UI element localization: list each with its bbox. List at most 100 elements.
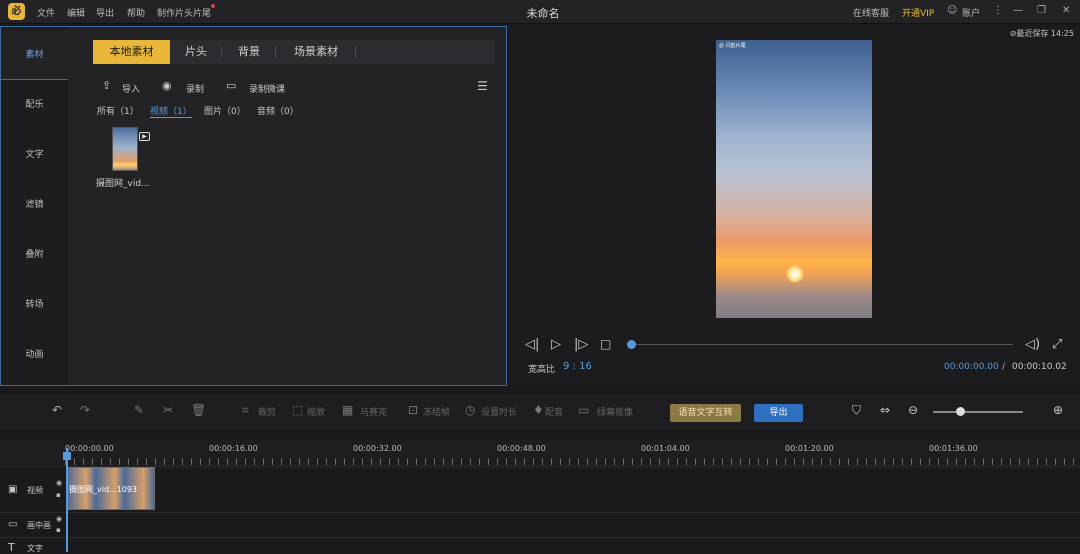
- pip-track: ▭ 画中画 ◉ ▪: [0, 512, 1080, 537]
- record-microlesson-button[interactable]: 录制微课: [249, 82, 285, 95]
- list-view-icon[interactable]: ☰: [477, 79, 488, 93]
- sidebar-item-filters[interactable]: 滤镜: [1, 180, 68, 230]
- sidebar-item-transitions[interactable]: 转场: [1, 280, 68, 330]
- play-icon[interactable]: ▷: [551, 337, 561, 352]
- lock-icon[interactable]: ▪: [56, 491, 61, 499]
- tab-local-media[interactable]: 本地素材: [93, 40, 170, 64]
- zoom-tool-icon[interactable]: ⬚: [292, 403, 303, 417]
- progress-handle[interactable]: [627, 340, 636, 349]
- freeze-frame-button[interactable]: 冻结帧: [423, 405, 450, 418]
- record-icon: ◉: [162, 79, 172, 92]
- zoom-slider-handle[interactable]: [956, 407, 965, 416]
- freeze-frame-icon[interactable]: ⊡: [408, 403, 418, 417]
- account-link[interactable]: 账户: [962, 6, 980, 19]
- video-clip[interactable]: 摄图网_vid...1093: [66, 467, 155, 510]
- import-button[interactable]: 导入: [122, 82, 140, 95]
- fullscreen-icon[interactable]: ⤢: [1052, 337, 1062, 352]
- visibility-icon[interactable]: ◉: [56, 515, 62, 523]
- screen-record-icon: ▭: [226, 79, 237, 92]
- filter-image[interactable]: 图片（0）: [204, 104, 246, 117]
- sidebar-item-music[interactable]: 配乐: [1, 80, 68, 130]
- vip-link[interactable]: 开通VIP: [902, 6, 934, 19]
- sidebar: 素材 配乐 文字 滤镜 叠附 转场 动画: [1, 27, 68, 385]
- timeline-ruler[interactable]: 00:00:00.00 00:00:16.00 00:00:32.00 00:0…: [0, 440, 1080, 466]
- media-thumbnail[interactable]: [112, 127, 138, 171]
- video-preview: 必 闪剪片尾: [716, 40, 872, 318]
- tab-divider: [355, 46, 356, 58]
- record-button[interactable]: 录制: [186, 82, 204, 95]
- redo-icon[interactable]: ↷: [80, 403, 90, 417]
- lock-icon[interactable]: ▪: [56, 526, 61, 534]
- export-button[interactable]: 导出: [754, 404, 803, 422]
- filter-video[interactable]: 视频（1）: [150, 104, 192, 118]
- visibility-icon[interactable]: ◉: [56, 479, 62, 487]
- video-watermark: 必 闪剪片尾: [719, 43, 746, 49]
- crop-icon[interactable]: ⌗: [242, 403, 249, 418]
- pen-icon[interactable]: ✎: [134, 403, 144, 417]
- pip-track-label: 画中画: [27, 521, 51, 530]
- split-icon[interactable]: ✂: [163, 403, 173, 417]
- zoom-out-icon[interactable]: ⊖: [908, 403, 918, 417]
- voiceover-button[interactable]: 配音: [545, 405, 563, 418]
- crop-button[interactable]: 裁剪: [258, 405, 276, 418]
- current-time: 00:00:00.00: [944, 362, 999, 372]
- ruler-ticks: [65, 458, 1080, 465]
- menu-help[interactable]: 帮助: [127, 6, 145, 19]
- sidebar-item-text[interactable]: 文字: [1, 130, 68, 180]
- ruler-label: 00:01:36.00: [929, 444, 978, 453]
- filter-audio[interactable]: 音频（0）: [257, 104, 299, 117]
- tab-intro[interactable]: 片头: [173, 40, 219, 64]
- menu-edit[interactable]: 编辑: [67, 6, 85, 19]
- set-duration-button[interactable]: 设置时长: [481, 405, 517, 418]
- tab-scene-media[interactable]: 场景素材: [281, 40, 351, 64]
- volume-icon[interactable]: ◁): [1025, 337, 1040, 352]
- minimize-icon[interactable]: —: [1013, 5, 1023, 16]
- close-icon[interactable]: ✕: [1062, 5, 1070, 16]
- sidebar-item-animation[interactable]: 动画: [1, 330, 68, 380]
- mic-icon[interactable]: ♦: [533, 403, 544, 417]
- next-frame-icon[interactable]: |▷: [574, 337, 588, 352]
- zoom-slider[interactable]: [933, 411, 1023, 413]
- ruler-label: 00:00:32.00: [353, 444, 402, 453]
- user-icon: ☺: [947, 5, 958, 16]
- playhead-handle[interactable]: [63, 452, 71, 460]
- duration-icon[interactable]: ◷: [465, 403, 475, 417]
- stop-icon[interactable]: □: [600, 337, 611, 351]
- autosave-status: ⊘最近保存 14:25: [1009, 29, 1074, 38]
- video-type-icon: ▶: [139, 132, 150, 141]
- mosaic-button[interactable]: 马赛克: [360, 405, 387, 418]
- text-track: T 文字: [0, 537, 1080, 554]
- fit-timeline-icon[interactable]: ⇔: [880, 403, 890, 417]
- tab-divider: [275, 46, 276, 58]
- video-track-icon: ▣: [8, 484, 18, 495]
- chroma-key-button[interactable]: 绿幕抠像: [597, 405, 633, 418]
- more-icon[interactable]: ⋮: [993, 5, 1003, 16]
- aspect-ratio-value[interactable]: 9 : 16: [563, 361, 592, 372]
- progress-track[interactable]: [631, 344, 1013, 345]
- menu-export[interactable]: 导出: [96, 6, 114, 19]
- filter-all[interactable]: 所有（1）: [97, 104, 139, 117]
- undo-icon[interactable]: ↶: [52, 403, 62, 417]
- menu-intro-outro[interactable]: 制作片头片尾: [157, 6, 211, 19]
- playhead[interactable]: [66, 448, 68, 552]
- chroma-key-icon[interactable]: ▭: [578, 403, 589, 417]
- zoom-tool-button[interactable]: 缩放: [307, 405, 325, 418]
- ruler-label: 00:00:00.00: [65, 444, 114, 453]
- import-icon: ⇪: [102, 79, 112, 92]
- sidebar-item-overlay[interactable]: 叠附: [1, 230, 68, 280]
- menu-file[interactable]: 文件: [37, 6, 55, 19]
- zoom-in-icon[interactable]: ⊕: [1053, 403, 1063, 417]
- app-logo: 必: [8, 3, 25, 20]
- speech-text-button[interactable]: 语音文字互转: [670, 404, 741, 422]
- restore-icon[interactable]: ❐: [1037, 5, 1046, 16]
- mosaic-icon[interactable]: ▦: [342, 403, 353, 417]
- title-bar: 必 文件 编辑 导出 帮助 制作片头片尾 未命名 在线客服 开通VIP ☺ 账户…: [0, 0, 1080, 24]
- delete-icon[interactable]: 🗑: [191, 403, 206, 417]
- marker-icon[interactable]: ⛉: [852, 403, 861, 418]
- prev-frame-icon[interactable]: ◁|: [525, 337, 539, 352]
- media-panel: 素材 配乐 文字 滤镜 叠附 转场 动画 本地素材 片头 背景 场景素材 ⇪ 导…: [0, 26, 507, 386]
- media-item-label: 摄图网_vid...: [96, 179, 150, 189]
- online-service-link[interactable]: 在线客服: [853, 6, 889, 19]
- sidebar-item-media[interactable]: 素材: [1, 30, 68, 80]
- tab-background[interactable]: 背景: [226, 40, 272, 64]
